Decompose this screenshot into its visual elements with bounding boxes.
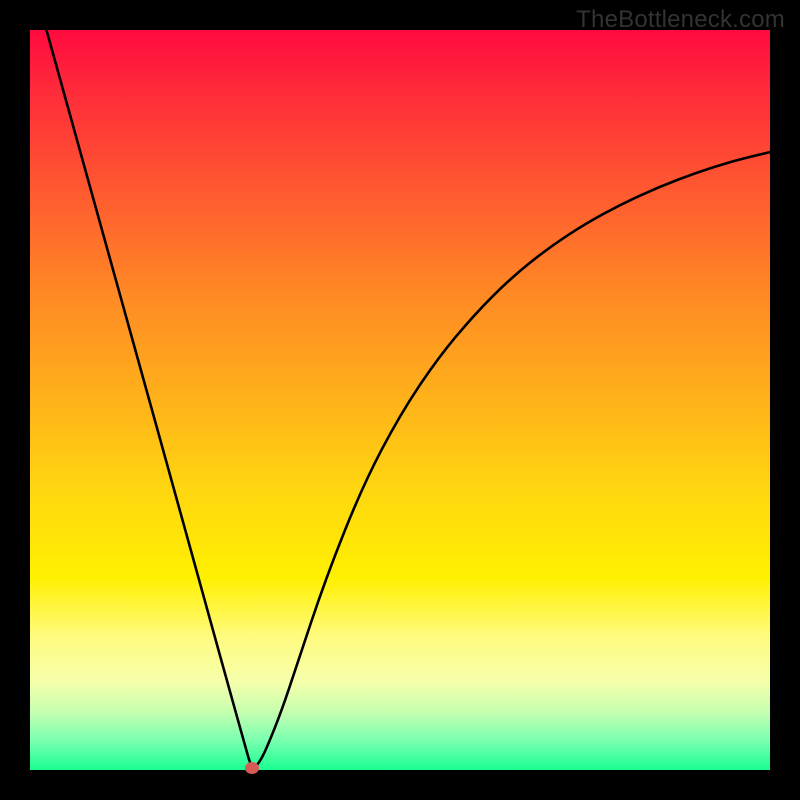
bottleneck-curve-path	[30, 30, 770, 767]
minimum-marker	[245, 762, 259, 774]
plot-area	[30, 30, 770, 770]
chart-container: TheBottleneck.com	[0, 0, 800, 800]
curve-svg	[30, 30, 770, 770]
